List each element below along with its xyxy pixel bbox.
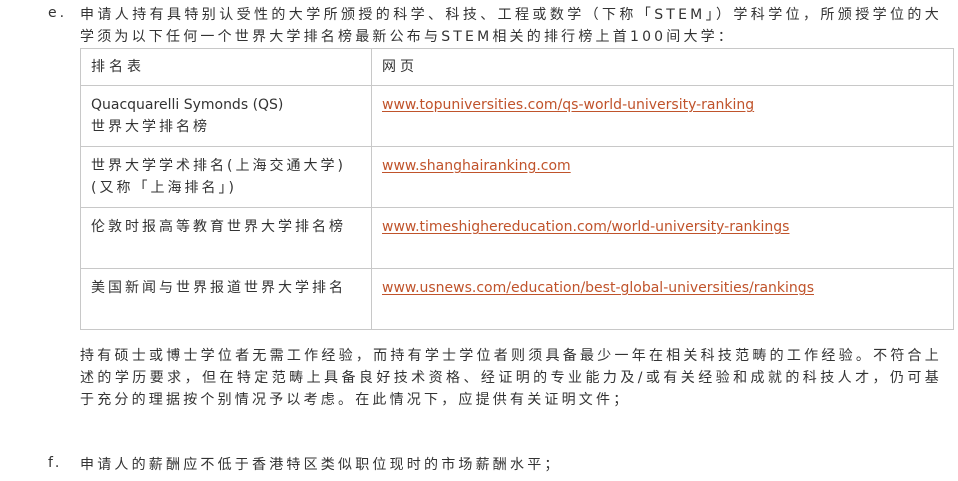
item-e-text: 申请人持有具特别认受性的大学所颁授的科学、科技、工程或数学（下称「STEM」）学… [80,7,942,45]
table-row: Quacquarelli Symonds (QS) 世界大学排名榜 www.to… [80,85,954,147]
ranking-name-cell: 世界大学学术排名(上海交通大学)(又称「上海排名」) [80,146,372,208]
ranking-link[interactable]: www.timeshighereducation.com/world-unive… [382,219,789,235]
header-ranking: 排名表 [80,48,372,86]
ranking-url-cell: www.shanghairanking.com [371,146,954,208]
ranking-name: 世界大学学术排名(上海交通大学)(又称「上海排名」) [91,158,346,196]
ranking-name-en: Quacquarelli Symonds (QS) [91,97,284,113]
note-paragraph: 持有硕士或博士学位者无需工作经验，而持有学士学位者则须具备最少一年在相关科技范畴… [80,348,942,408]
list-marker-e: e. [48,5,68,21]
ranking-link[interactable]: www.topuniversities.com/qs-world-univers… [382,97,754,113]
ranking-name: 伦敦时报高等教育世界大学排名榜 [91,219,346,235]
ranking-link[interactable]: www.usnews.com/education/best-global-uni… [382,280,814,296]
table-row: 伦敦时报高等教育世界大学排名榜 www.timeshighereducation… [80,207,954,269]
item-f-text: 申请人的薪酬应不低于香港特区类似职位现时的市场薪酬水平； [80,457,562,473]
table-header-row: 排名表 网页 [80,48,954,86]
ranking-url-cell: www.usnews.com/education/best-global-uni… [371,268,954,330]
ranking-url-cell: www.timeshighereducation.com/world-unive… [371,207,954,269]
ranking-table: 排名表 网页 Quacquarelli Symonds (QS) 世界大学排名榜… [80,48,954,330]
table-row: 世界大学学术排名(上海交通大学)(又称「上海排名」) www.shanghair… [80,146,954,208]
ranking-name: 美国新闻与世界报道世界大学排名 [91,280,346,296]
list-marker-f: f. [48,455,63,471]
ranking-name-cell: 美国新闻与世界报道世界大学排名 [80,268,372,330]
ranking-url-cell: www.topuniversities.com/qs-world-univers… [371,85,954,147]
ranking-name-cell: 伦敦时报高等教育世界大学排名榜 [80,207,372,269]
table-row: 美国新闻与世界报道世界大学排名 www.usnews.com/education… [80,268,954,330]
ranking-name: 世界大学排名榜 [91,119,210,135]
header-webpage: 网页 [371,48,954,86]
ranking-link[interactable]: www.shanghairanking.com [382,158,571,174]
ranking-name-cell: Quacquarelli Symonds (QS) 世界大学排名榜 [80,85,372,147]
